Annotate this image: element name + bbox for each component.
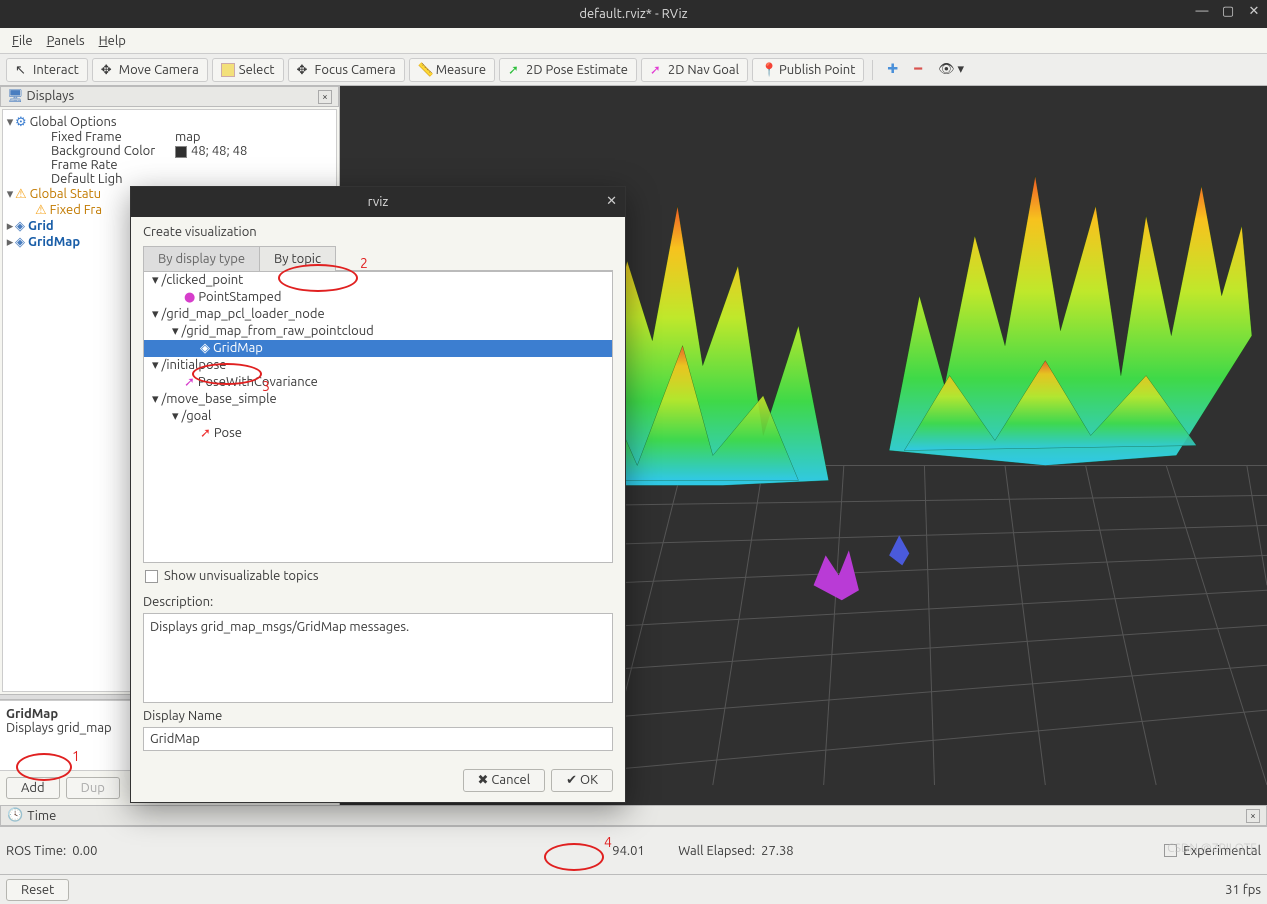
displays-panel-header[interactable]: 🖥 Displays × [0, 86, 339, 107]
warn-icon: ⚠ [35, 203, 47, 217]
eye-icon[interactable]: 👁 ▾ [932, 62, 970, 77]
pin-icon: 📍 [761, 63, 775, 77]
measure-button[interactable]: 📏Measure [409, 58, 495, 82]
tab-by-topic[interactable]: By topic [259, 246, 336, 271]
gridmap-icon: ◈ [200, 341, 210, 355]
wall-elapsed-field[interactable]: 27.38 [761, 844, 901, 858]
pose-estimate-button[interactable]: ➚2D Pose Estimate [499, 58, 637, 82]
display-name-label: Display Name [143, 709, 613, 723]
close-icon[interactable]: ✕ [1247, 5, 1261, 19]
panel-close-icon[interactable]: × [318, 90, 332, 104]
minimize-icon[interactable]: — [1195, 5, 1209, 19]
dialog-close-icon[interactable]: ✕ [606, 194, 617, 209]
maximize-icon[interactable]: ▢ [1221, 5, 1235, 19]
minus-icon[interactable]: ━ [908, 62, 928, 77]
grid-icon: ◈ [15, 219, 25, 233]
arrow-icon: ➚ [184, 375, 195, 389]
dialog-tabs: By display type By topic [143, 245, 613, 271]
show-unvisualizable-checkbox[interactable]: Show unvisualizable topics [143, 563, 613, 589]
select-button[interactable]: Select [212, 58, 284, 82]
nav-goal-button[interactable]: ➚2D Nav Goal [641, 58, 748, 82]
tab-by-display-type[interactable]: By display type [143, 246, 260, 271]
gridmap-icon: ◈ [15, 235, 25, 249]
dialog-title: rviz [368, 195, 389, 209]
x-icon: ✖ [478, 773, 492, 787]
menu-help[interactable]: Help [95, 32, 130, 50]
tree-item-gridmap[interactable]: ◈ GridMap [144, 340, 612, 357]
wall-elapsed-label: Wall Elapsed: [678, 844, 755, 858]
window-titlebar: default.rviz* - RViz — ▢ ✕ [0, 0, 1267, 28]
interact-button[interactable]: ↖Interact [6, 58, 88, 82]
arrow-green-icon: ➚ [508, 63, 522, 77]
cancel-button[interactable]: ✖ Cancel [463, 769, 546, 792]
plus-icon[interactable]: ✚ [881, 62, 904, 77]
menu-panels[interactable]: Panels [43, 32, 89, 50]
wall-time-field[interactable]: 94.01 [612, 844, 672, 858]
arrow-icon: ➚ [200, 426, 211, 440]
reset-button[interactable]: Reset [6, 879, 69, 901]
create-visualization-dialog: rviz ✕ Create visualization By display t… [130, 186, 626, 803]
arrow-pink-icon: ➚ [650, 63, 664, 77]
panel-close-icon[interactable]: × [1246, 809, 1260, 823]
publish-point-button[interactable]: 📍Publish Point [752, 58, 864, 82]
ros-time-field[interactable]: 0.00 [72, 844, 120, 858]
point-icon: ● [184, 290, 195, 304]
window-title: default.rviz* - RViz [579, 7, 687, 21]
duplicate-button[interactable]: Dup [66, 777, 120, 799]
watermark: CSDN @ZPILOTE [1167, 842, 1257, 855]
move-icon: ✥ [101, 63, 115, 77]
move-camera-button[interactable]: ✥Move Camera [92, 58, 208, 82]
select-icon [221, 63, 235, 77]
time-panel: ROS Time: 0.00 94.01 Wall Elapsed: 27.38… [0, 826, 1267, 874]
ruler-icon: 📏 [418, 63, 432, 77]
description-textarea: Displays grid_map_msgs/GridMap messages. [143, 613, 613, 703]
menubar: File Panels Help [0, 28, 1267, 54]
description-label: Description: [143, 595, 613, 609]
warn-icon: ⚠ [15, 187, 27, 201]
clock-icon: 🕓 [7, 808, 23, 823]
fps-label: 31 fps [1225, 883, 1261, 897]
ros-time-label: ROS Time: [6, 844, 66, 858]
bgcolor-swatch [175, 146, 187, 158]
monitor-icon: 🖥 [7, 89, 24, 103]
check-icon: ✔ [566, 773, 580, 787]
display-name-input[interactable] [143, 727, 613, 751]
add-button[interactable]: Add [6, 777, 60, 799]
ok-button[interactable]: ✔ OK [551, 769, 613, 792]
topic-tree[interactable]: ▾ /clicked_point ● PointStamped ▾ /grid_… [143, 271, 613, 563]
dialog-heading: Create visualization [143, 225, 613, 239]
toolbar: ↖Interact ✥Move Camera Select ✥Focus Cam… [0, 54, 1267, 86]
gear-icon: ⚙ [15, 115, 27, 129]
dialog-titlebar[interactable]: rviz ✕ [131, 187, 625, 217]
cursor-icon: ↖ [15, 63, 29, 77]
focus-camera-button[interactable]: ✥Focus Camera [288, 58, 405, 82]
target-icon: ✥ [297, 63, 311, 77]
time-panel-title: Time [27, 809, 56, 823]
menu-file[interactable]: File [8, 32, 37, 50]
